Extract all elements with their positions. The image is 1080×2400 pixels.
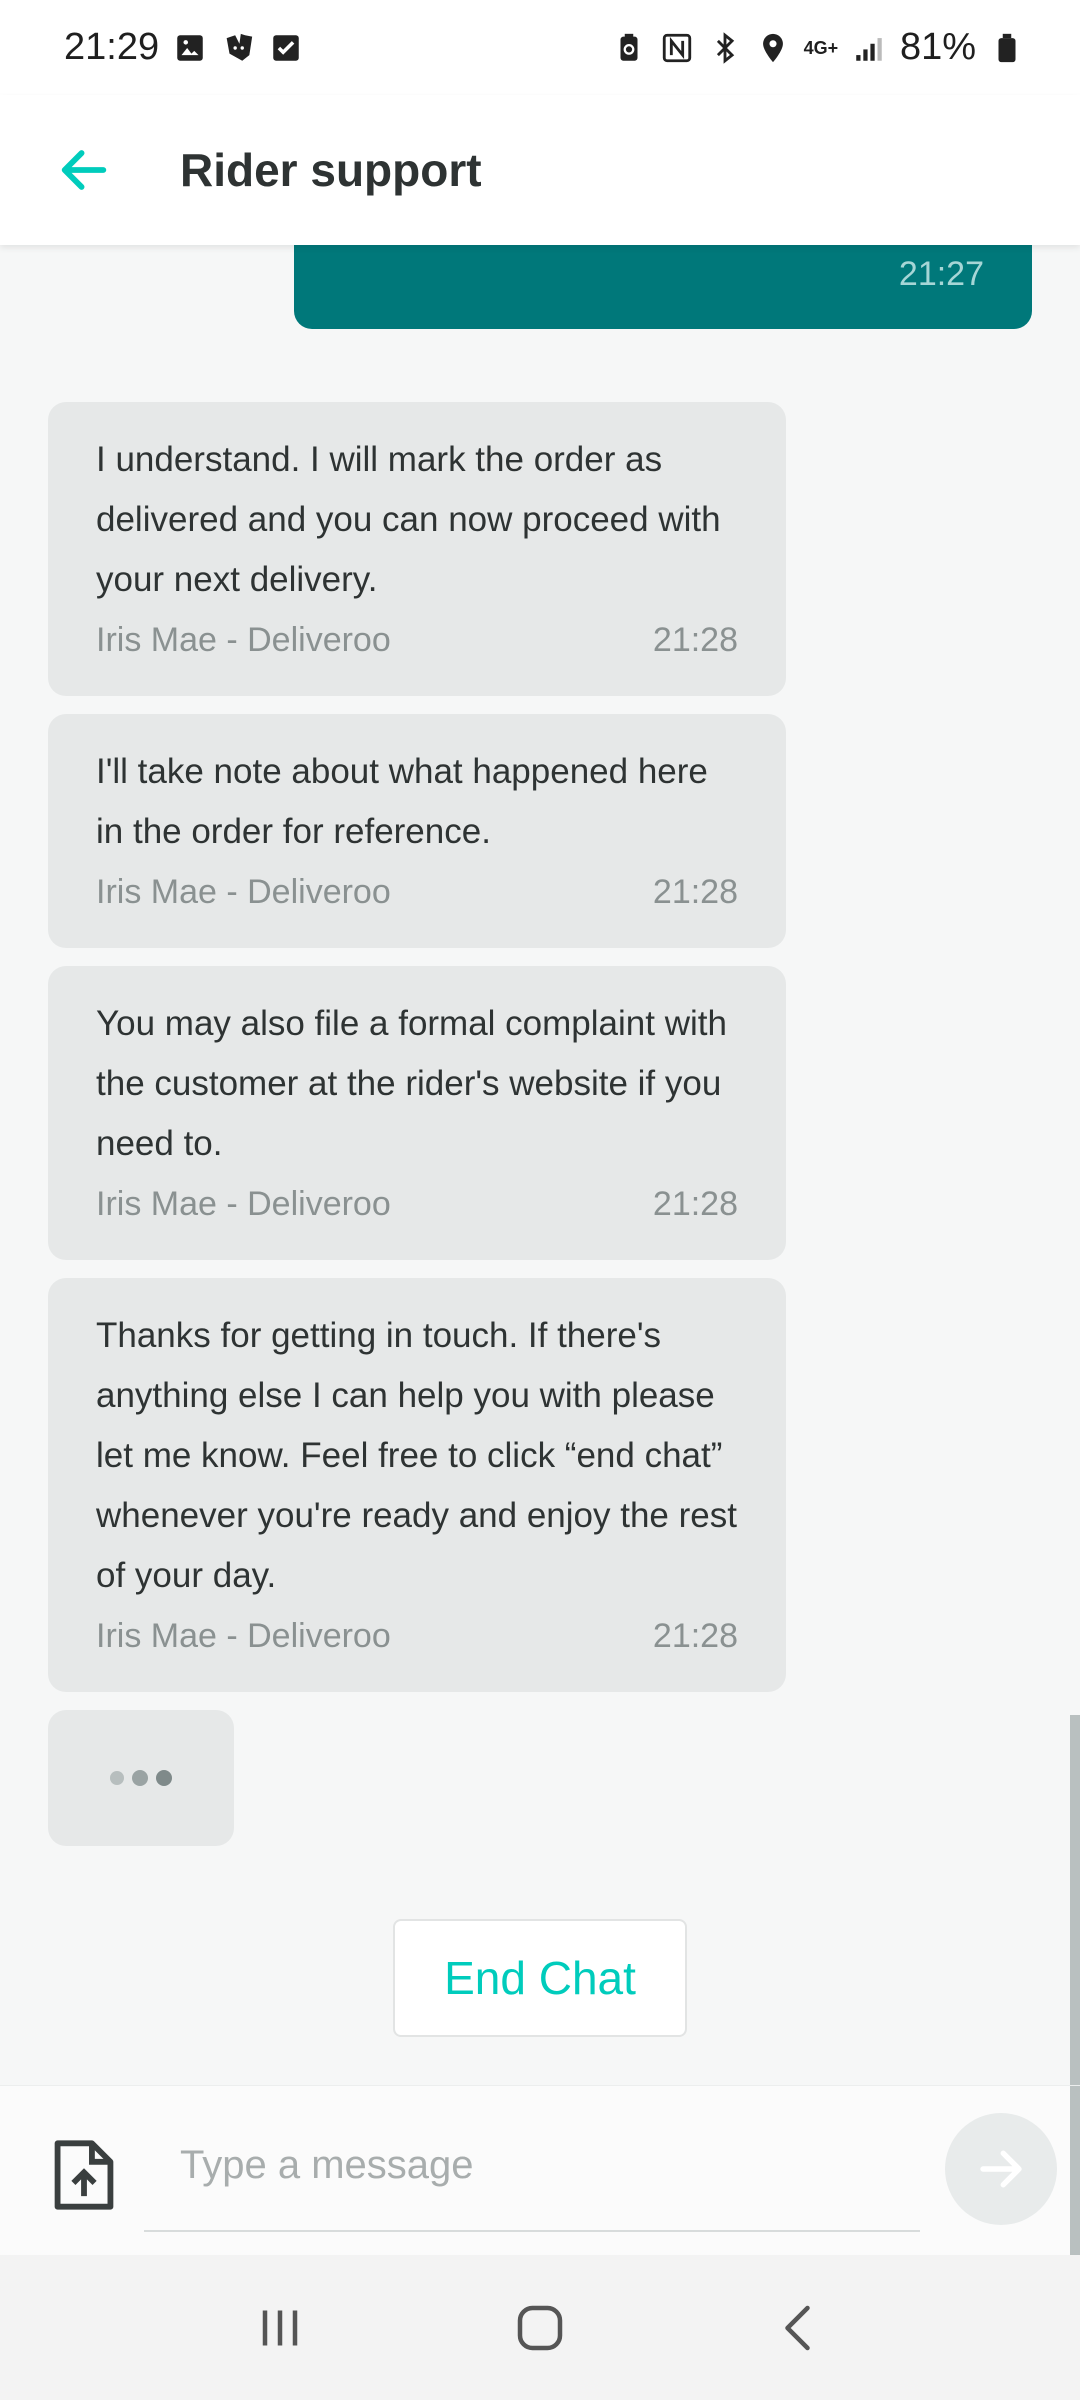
message-meta: Iris Mae - Deliveroo 21:28 — [96, 862, 738, 922]
message-time: 21:28 — [652, 1617, 738, 1655]
message-meta: Iris Mae - Deliveroo 21:28 — [96, 1606, 738, 1666]
message-meta: Iris Mae - Deliveroo 21:28 — [96, 610, 738, 670]
status-time: 21:29 — [64, 26, 160, 68]
message-text: Thanks for getting in touch. If there's … — [96, 1316, 737, 1595]
incoming-message: Thanks for getting in touch. If there's … — [48, 1278, 786, 1692]
nfc-icon — [660, 31, 694, 65]
battery-icon — [990, 31, 1024, 65]
arrow-right-icon — [980, 2150, 1022, 2188]
message-time: 21:28 — [652, 621, 738, 659]
message-text: I understand. I will mark the order as d… — [96, 440, 721, 599]
incoming-message: You may also file a formal complaint wit… — [48, 966, 786, 1260]
attach-file-button[interactable] — [52, 2138, 116, 2212]
app-bar: Rider support — [0, 95, 1080, 245]
location-icon — [756, 31, 790, 65]
status-bar-left: 21:29 — [64, 26, 303, 69]
nav-back-button[interactable] — [740, 2278, 860, 2378]
scrollbar[interactable] — [1070, 1715, 1080, 2085]
send-button[interactable] — [945, 2113, 1057, 2225]
typing-dot — [156, 1770, 172, 1786]
message-time: 21:28 — [652, 873, 738, 911]
system-nav-bar — [0, 2255, 1080, 2400]
message-time: 21:28 — [652, 1185, 738, 1223]
message-input[interactable] — [144, 2106, 920, 2230]
arrow-left-icon — [61, 150, 107, 190]
recents-icon — [262, 2310, 298, 2345]
home-button[interactable] — [480, 2278, 600, 2378]
battery-saver-icon — [612, 31, 646, 65]
chat-area[interactable]: 21:27 I understand. I will mark the orde… — [0, 245, 1080, 2085]
message-sender: Iris Mae - Deliveroo — [96, 621, 391, 659]
home-icon — [517, 2305, 563, 2350]
bluetooth-icon — [708, 31, 742, 65]
typing-dot — [132, 1770, 148, 1786]
message-text: You may also file a formal complaint wit… — [96, 1004, 727, 1163]
status-bar-right: 4G+ 81% — [612, 26, 1024, 69]
page-title: Rider support — [180, 144, 482, 196]
recents-button[interactable] — [220, 2278, 340, 2378]
network-4g-icon: 4G+ — [803, 37, 839, 58]
signal-icon — [852, 31, 886, 65]
incoming-message: I'll take note about what happened here … — [48, 714, 786, 948]
checkbox-icon — [269, 31, 303, 65]
message-sender: Iris Mae - Deliveroo — [96, 1185, 391, 1223]
typing-indicator — [48, 1710, 234, 1846]
outgoing-message: 21:27 — [294, 245, 1032, 329]
status-bar: 21:29 4G+ 81% — [0, 0, 1080, 95]
message-composer — [0, 2085, 1080, 2256]
message-sender: Iris Mae - Deliveroo — [96, 873, 391, 911]
end-chat-button[interactable]: End Chat — [393, 1919, 687, 2037]
deliveroo-icon — [221, 31, 255, 65]
message-sender: Iris Mae - Deliveroo — [96, 1617, 391, 1655]
file-upload-icon — [54, 2140, 114, 2210]
scrollbar-track — [1070, 2086, 1080, 2256]
back-button[interactable] — [24, 110, 144, 230]
incoming-message: I understand. I will mark the order as d… — [48, 402, 786, 696]
typing-dot — [110, 1771, 124, 1785]
message-input-wrapper — [144, 2106, 920, 2232]
image-icon — [173, 31, 207, 65]
back-icon — [785, 2305, 810, 2350]
message-text: I'll take note about what happened here … — [96, 752, 708, 851]
message-time: 21:27 — [898, 255, 984, 293]
battery-percent: 81% — [899, 26, 976, 68]
message-meta: Iris Mae - Deliveroo 21:28 — [96, 1174, 738, 1234]
